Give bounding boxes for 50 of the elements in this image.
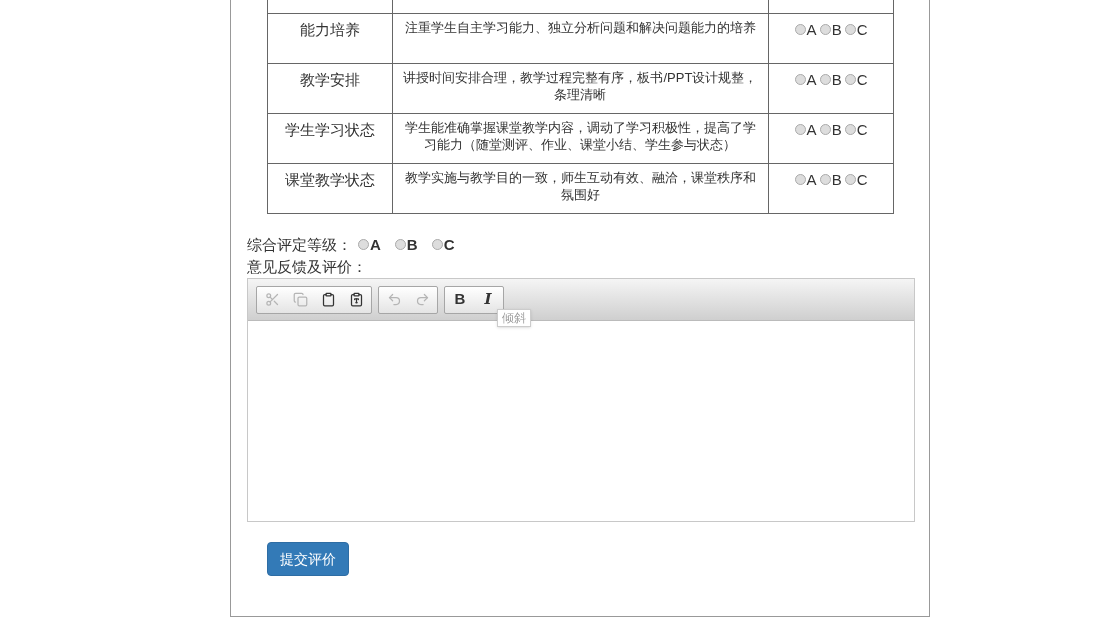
overall-grade-label: 综合评定等级： — [247, 234, 352, 255]
radio-label: A — [370, 234, 381, 255]
radio-button[interactable] — [844, 74, 856, 86]
feedback-label: 意见反馈及评价： — [247, 258, 368, 276]
criterion-description: 讲授时间安排合理，教学过程完整有序，板书/PPT设计规整，条理清晰 — [392, 63, 769, 113]
radio-label: C — [856, 119, 868, 140]
radio-button[interactable] — [819, 74, 831, 86]
radio-button[interactable] — [794, 124, 806, 136]
radio-button[interactable] — [394, 239, 406, 251]
radio-button[interactable] — [794, 74, 806, 86]
radio-label: A — [806, 19, 817, 40]
bold-button[interactable]: B — [446, 287, 474, 312]
radio-label: B — [406, 234, 418, 255]
radio-button[interactable] — [819, 24, 831, 36]
italic-button[interactable]: I — [474, 287, 502, 312]
criterion-name: 学生学习状态 — [267, 113, 393, 163]
radio-button[interactable] — [819, 174, 831, 186]
radio-label: B — [831, 119, 842, 140]
criterion-name: 能力培养 — [267, 13, 393, 63]
criterion-description: 教学实施与教学目的一致，师生互动有效、融洽，课堂秩序和氛围好 — [392, 163, 769, 213]
radio-button[interactable] — [844, 174, 856, 186]
radio-label: B — [831, 19, 842, 40]
radio-label: C — [856, 19, 868, 40]
radio-button[interactable] — [358, 239, 369, 251]
criterion-description: 注重学生自主学习能力、独立分析问题和解决问题能力的培养 — [392, 13, 769, 63]
criterion-description: 学生能准确掌握课堂教学内容，调动了学习积极性，提高了学习能力（随堂测评、作业、课堂小结、学生参与状态） — [392, 113, 769, 163]
redo-icon — [414, 292, 430, 307]
radio-button[interactable] — [844, 24, 856, 36]
copy-icon — [292, 292, 308, 307]
radio-label: C — [856, 69, 868, 90]
radio-button[interactable] — [794, 24, 806, 36]
radio-button[interactable] — [844, 124, 856, 136]
undo-icon — [386, 292, 402, 307]
tooltip: 倾斜 — [497, 309, 531, 327]
submit-button[interactable]: 提交评价 — [267, 542, 349, 576]
radio-button[interactable] — [819, 124, 831, 136]
radio-label: C — [856, 169, 868, 190]
criterion-name: 教学安排 — [267, 63, 393, 113]
radio-label: B — [831, 69, 842, 90]
radio-label: B — [831, 169, 842, 190]
radio-label: A — [806, 119, 817, 140]
radio-button[interactable] — [794, 174, 806, 186]
criterion-name: 课堂教学状态 — [267, 163, 393, 213]
radio-button[interactable] — [431, 239, 443, 251]
paste-icon — [320, 292, 336, 307]
radio-label: A — [806, 69, 817, 90]
paste-text-icon — [348, 292, 364, 307]
radio-label: A — [806, 169, 817, 190]
scissors-icon — [264, 292, 280, 307]
radio-label: C — [443, 234, 455, 255]
